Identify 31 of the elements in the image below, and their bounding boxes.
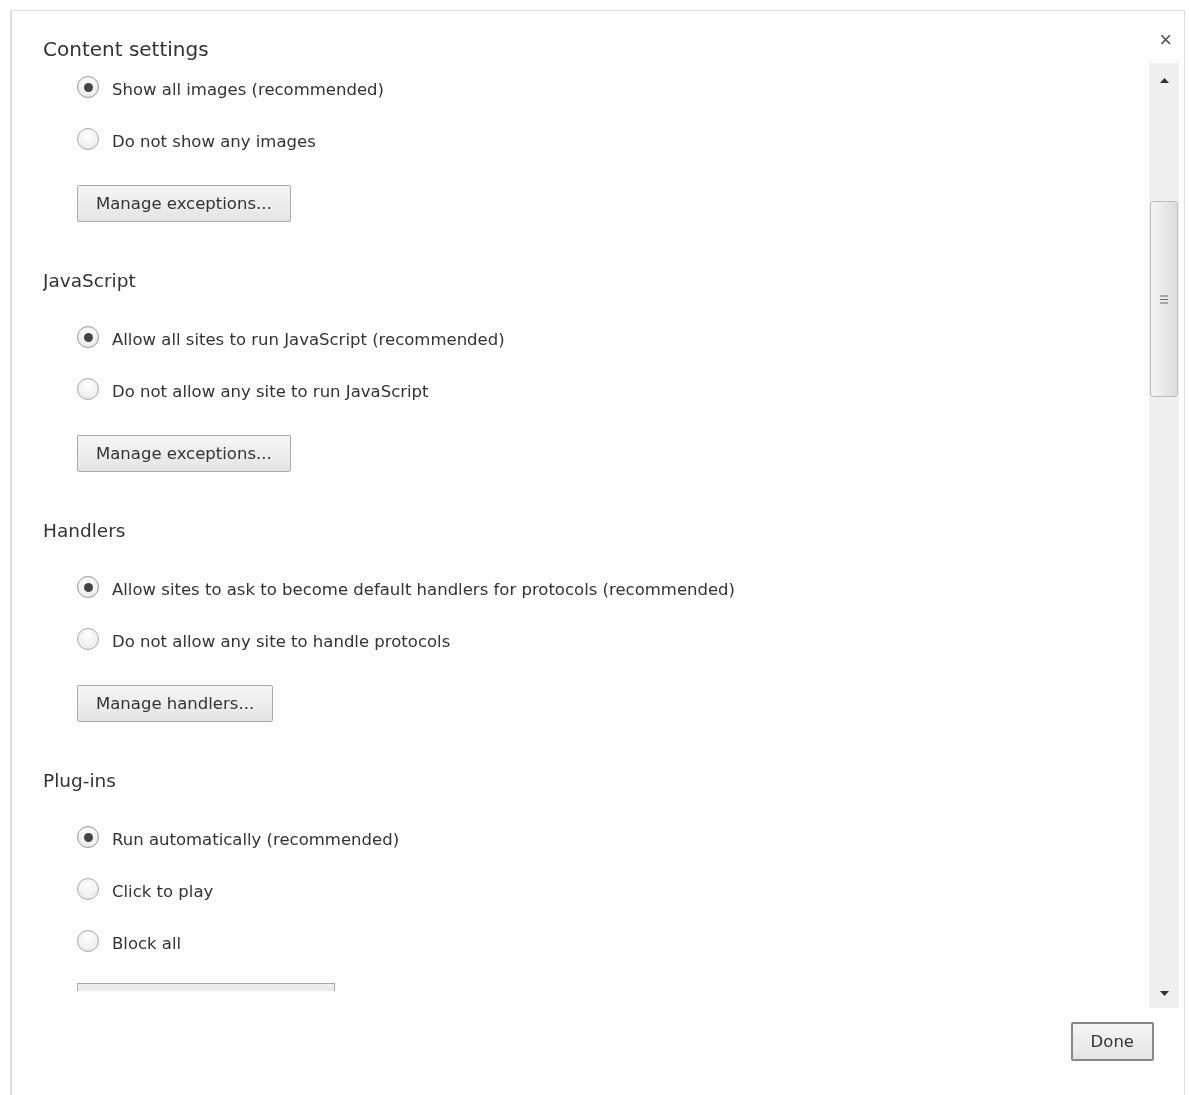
section-heading: Plug-ins: [43, 770, 117, 791]
radio-label: Do not show any images: [112, 131, 316, 151]
radio-label: Allow all sites to run JavaScript (recommended): [112, 329, 505, 349]
radio-button[interactable]: [77, 378, 99, 400]
radio-label: Show all images (recommended): [112, 79, 384, 99]
radio-label: Do not allow any site to run JavaScript: [112, 381, 429, 401]
manage-button[interactable]: Manage exceptions...: [77, 435, 291, 472]
radio-label: Do not allow any site to handle protocols: [112, 631, 451, 651]
radio-label: Click to play: [112, 881, 214, 901]
manage-button[interactable]: Manage exceptions...: [77, 185, 291, 222]
manage-button[interactable]: Manage handlers...: [77, 685, 274, 722]
radio-button[interactable]: [77, 826, 99, 848]
radio-button[interactable]: [77, 76, 99, 98]
radio-label: Run automatically (recommended): [112, 829, 400, 849]
scroll-up-icon[interactable]: [1159, 78, 1169, 83]
scroll-thumb[interactable]: [1150, 201, 1178, 397]
radio-button[interactable]: [77, 326, 99, 348]
scrollbar[interactable]: [1149, 63, 1179, 1008]
close-button[interactable]: ×: [1159, 29, 1172, 51]
radio-label: Block all: [112, 933, 182, 953]
dialog-title: Content settings: [43, 37, 209, 61]
radio-button[interactable]: [77, 878, 99, 900]
section-heading: Handlers: [43, 520, 127, 541]
done-button[interactable]: Done: [1070, 1022, 1154, 1061]
radio-button[interactable]: [77, 576, 99, 598]
radio-label: Allow sites to ask to become default handlers for protocols (recommended): [112, 579, 736, 599]
scroll-down-icon[interactable]: [1159, 991, 1169, 996]
cut-off-button[interactable]: [77, 983, 335, 991]
radio-button[interactable]: [77, 628, 99, 650]
radio-button[interactable]: [77, 128, 99, 150]
radio-button[interactable]: [77, 930, 99, 952]
